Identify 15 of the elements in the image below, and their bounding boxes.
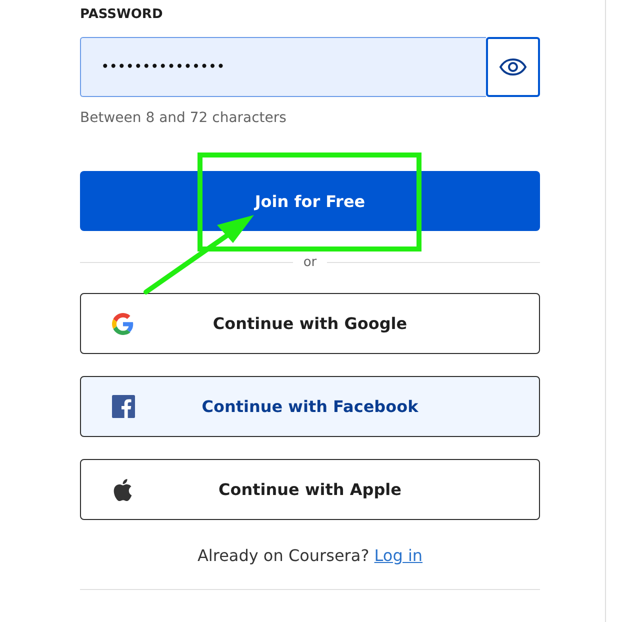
login-prompt: Already on Coursera? [197,546,370,565]
password-hint: Between 8 and 72 characters [80,110,288,126]
eye-icon [499,58,527,76]
password-field[interactable]: ••••••••••••••• [80,37,486,97]
join-button[interactable]: Join for Free [80,171,540,231]
divider-text: or [303,254,317,270]
apple-icon [113,478,133,500]
login-link[interactable]: Log in [374,546,423,565]
facebook-icon [112,395,134,418]
field-label: PASSWORD [80,7,164,24]
google-icon [112,312,134,334]
google-sign-in-button[interactable]: Continue with Google [80,293,540,354]
facebook-sign-in-button[interactable]: Continue with Facebook [80,376,540,437]
apple-sign-in-button[interactable]: Continue with Apple [80,459,540,520]
show-password-button[interactable] [486,37,540,97]
